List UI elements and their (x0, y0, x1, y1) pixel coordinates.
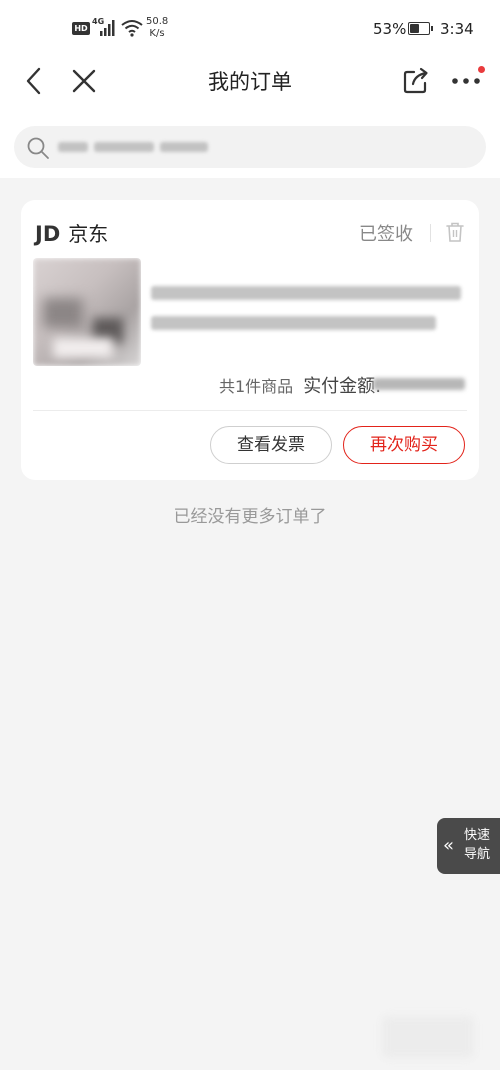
battery-icon (408, 22, 430, 35)
signal-icon (100, 20, 115, 36)
redaction-bar (94, 142, 154, 152)
item-count: 共1件商品 (219, 377, 294, 396)
shop-logo-text: JD (35, 222, 61, 246)
buy-again-button[interactable]: 再次购买 (343, 426, 465, 464)
redaction-bar (160, 142, 208, 152)
view-invoice-button[interactable]: 查看发票 (210, 426, 332, 464)
bottom-redacted-area (382, 1016, 474, 1058)
paid-amount-label: 实付金额: (303, 376, 382, 397)
back-arrow-icon (26, 67, 41, 95)
speed-value: 50.8 (146, 16, 169, 27)
wifi-icon (121, 20, 143, 37)
hd-badge: HD (72, 22, 90, 35)
more-dots-icon (452, 78, 480, 84)
order-summary: 共1件商品 实付金额: (219, 372, 381, 398)
page-title: 我的订单 (208, 70, 292, 94)
divider (33, 410, 467, 411)
shop-name[interactable]: JD 京东 (35, 218, 108, 247)
order-card[interactable]: JD 京东 已签收 共1件商品 实付金额: 查看发票 再次购买 (21, 200, 479, 480)
battery-tip (431, 26, 433, 31)
delete-icon[interactable] (445, 221, 465, 243)
product-title-redacted[interactable] (151, 286, 461, 336)
redaction-bar (151, 316, 436, 330)
battery-percent: 53% (373, 20, 407, 38)
status-bar: HD 4G 50.8 K/s 53% 3:34 (0, 0, 500, 56)
clock: 3:34 (440, 20, 474, 38)
search-input[interactable] (14, 126, 486, 168)
order-status: 已签收 (359, 224, 413, 245)
product-image[interactable] (33, 258, 141, 366)
close-button[interactable] (64, 61, 104, 101)
paid-amount-redacted (373, 378, 465, 390)
redaction-bar (58, 142, 88, 152)
network-speed: 50.8 K/s (146, 16, 168, 40)
back-button[interactable] (14, 61, 54, 101)
share-icon (403, 67, 428, 94)
quick-nav-label: 快速导航 (464, 828, 491, 862)
double-chevron-left-icon: « (443, 835, 455, 856)
speed-unit: K/s (149, 28, 165, 39)
list-end-text: 已经没有更多订单了 (173, 507, 327, 527)
redaction-bar (151, 286, 461, 300)
quick-nav-button[interactable]: « 快速导航 (437, 818, 500, 874)
search-placeholder-redacted (58, 137, 208, 157)
divider (430, 224, 431, 242)
share-button[interactable] (396, 61, 436, 101)
close-icon (72, 69, 96, 93)
search-icon (27, 137, 49, 159)
battery-fill (410, 24, 419, 33)
notification-dot (478, 66, 485, 73)
shop-name-label: 京东 (68, 222, 109, 246)
